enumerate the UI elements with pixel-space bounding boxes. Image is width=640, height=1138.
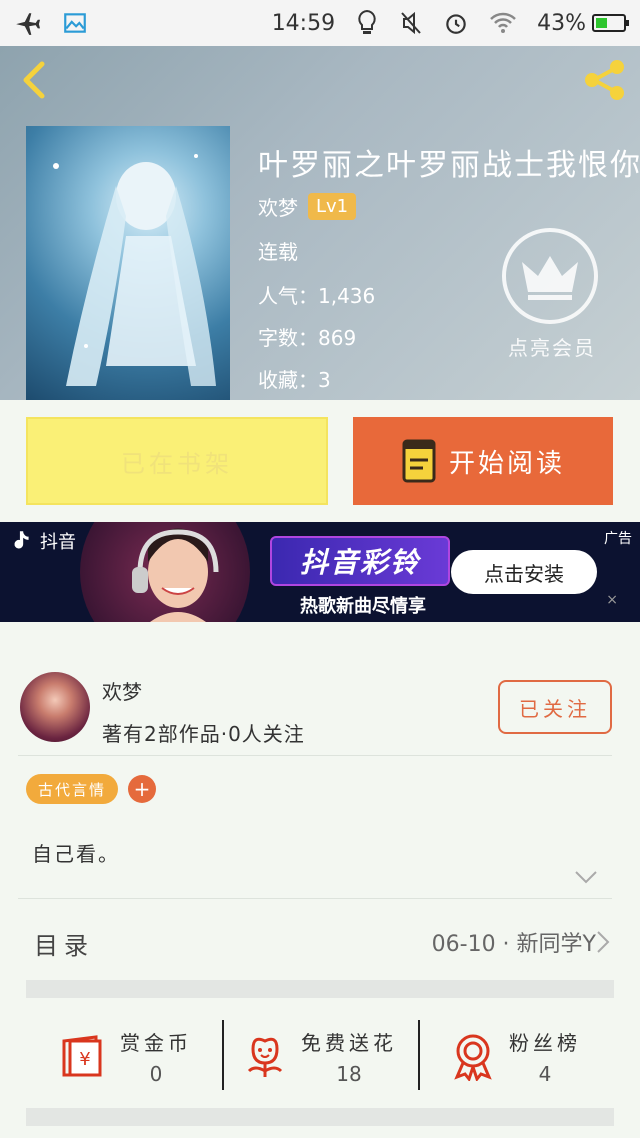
ad-title: 抖音彩铃: [270, 536, 450, 586]
vip-label[interactable]: 点亮会员: [508, 332, 596, 361]
ad-subtitle: 热歌新曲尽情享: [300, 596, 426, 617]
back-icon[interactable]: [14, 58, 54, 102]
author-works: 著有2部作品·0人关注: [102, 722, 305, 746]
mute-icon: [399, 10, 423, 36]
share-icon[interactable]: [580, 56, 628, 104]
ad-banner[interactable]: 抖音 抖音彩铃 热歌新曲尽情享 点击安装 广告 ×: [0, 522, 640, 622]
popularity-stat: 人气：1,436: [258, 280, 375, 309]
airplane-icon: [14, 10, 40, 36]
ad-tag: 广告: [604, 531, 632, 547]
book-cover[interactable]: [26, 126, 230, 400]
book-header: 叶罗丽之叶罗丽战士我恨你 欢梦 Lv1 连载 人气：1,436 字数：869 收…: [0, 46, 640, 400]
stats-row: ¥ 赏金币 0 免费送花 18 粉丝榜 4: [26, 1018, 614, 1094]
clock-time: 14:59: [271, 10, 336, 36]
avatar[interactable]: [20, 672, 90, 742]
genre-tag[interactable]: 古代言情: [26, 774, 119, 804]
stat-label: 赏金币: [120, 1030, 192, 1055]
medal-icon: [454, 1034, 492, 1081]
book-status: 连载: [258, 240, 298, 264]
popularity-label: 人气：: [258, 284, 318, 308]
start-reading-label: 开始阅读: [448, 448, 565, 479]
author-section: 欢梦 著有2部作品·0人关注 已关注 古代言情 + 自己看。 目录 06-10 …: [0, 658, 640, 1138]
battery-icon: [592, 14, 629, 32]
chevron-down-icon[interactable]: [574, 870, 598, 884]
red-envelope-icon: ¥: [62, 1035, 102, 1077]
stat-value: 0: [149, 1061, 163, 1086]
in-shelf-button[interactable]: 已在书架: [26, 417, 328, 505]
level-badge: Lv1: [308, 193, 357, 220]
words-value: 869: [318, 326, 357, 350]
favorites-stat: 收藏：3: [258, 364, 331, 393]
chevron-right-icon[interactable]: [596, 930, 610, 954]
crown-icon: [522, 256, 578, 300]
vip-button[interactable]: [502, 228, 598, 324]
bulb-icon: [355, 9, 379, 37]
reward-coins-button[interactable]: ¥ 赏金币 0: [26, 1018, 222, 1094]
book-title: 叶罗丽之叶罗丽战士我恨你: [258, 148, 640, 183]
section-separator: [26, 1108, 614, 1126]
popularity-value: 1,436: [318, 284, 376, 308]
stat-label: 免费送花: [301, 1030, 397, 1055]
favorites-label: 收藏：: [258, 368, 318, 392]
alarm-icon: [443, 10, 469, 36]
stat-label: 粉丝榜: [509, 1030, 581, 1055]
ad-person-image: [132, 528, 219, 622]
divider: [18, 755, 612, 756]
send-flower-button[interactable]: 免费送花 18: [222, 1018, 418, 1094]
favorites-value: 3: [318, 368, 331, 392]
image-icon: [62, 10, 88, 36]
status-bar: 14:59 43%: [0, 0, 640, 46]
ad-brand: 抖音: [40, 532, 76, 553]
book-icon: [402, 439, 436, 483]
words-label: 字数：: [258, 326, 318, 350]
author-name[interactable]: 欢梦: [102, 676, 142, 705]
flower-icon: [247, 1037, 283, 1077]
svg-text:¥: ¥: [79, 1049, 90, 1070]
wifi-icon: [489, 11, 517, 35]
divider: [18, 898, 612, 899]
ad-close-button[interactable]: ×: [606, 592, 618, 608]
followed-button[interactable]: 已关注: [498, 680, 612, 734]
book-author[interactable]: 欢梦: [258, 192, 298, 221]
add-tag-button[interactable]: +: [128, 775, 156, 803]
music-note-icon: [14, 531, 29, 549]
battery-percent: 43%: [537, 10, 586, 36]
section-separator: [26, 980, 614, 998]
ad-install-button[interactable]: 点击安装: [451, 550, 597, 594]
latest-chapter[interactable]: 06-10 · 新同学Y: [432, 926, 596, 958]
book-description: 自己看。: [32, 842, 120, 866]
start-reading-button[interactable]: 开始阅读: [353, 417, 613, 505]
douyin-logo: 抖音: [8, 528, 76, 554]
fan-ranking-button[interactable]: 粉丝榜 4: [418, 1018, 614, 1094]
words-stat: 字数：869: [258, 322, 356, 351]
stat-value: 18: [336, 1061, 362, 1086]
toc-label[interactable]: 目录: [34, 926, 94, 961]
stat-value: 4: [538, 1061, 552, 1086]
